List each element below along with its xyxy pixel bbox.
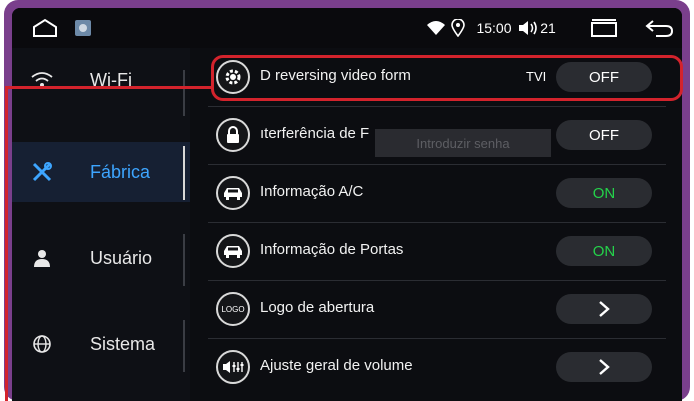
general-volume-arrow-button[interactable] [556, 352, 652, 382]
sidebar-divider [183, 320, 185, 372]
reversing-video-toggle[interactable]: OFF [556, 62, 652, 92]
setting-label: D reversing video form [260, 67, 411, 84]
home-icon[interactable] [30, 16, 60, 40]
setting-row-boot-logo[interactable]: LOGO Logo de abertura [208, 280, 666, 339]
logo-icon: LOGO [216, 292, 250, 326]
boot-logo-arrow-button[interactable] [556, 294, 652, 324]
tools-icon [30, 160, 54, 184]
setting-row-door-info[interactable]: Informação de Portas ON [208, 222, 666, 281]
sidebar-divider [183, 70, 185, 116]
chevron-right-icon [599, 301, 610, 317]
ac-info-toggle[interactable]: ON [556, 178, 652, 208]
setting-label: Logo de abertura [260, 299, 375, 316]
globe-icon [30, 332, 54, 356]
setting-row-reversing-video[interactable]: D reversing video form TVI OFF [208, 48, 666, 107]
setting-label: Informação de Portas [260, 241, 404, 258]
sidebar-item-label: Sistema [90, 333, 156, 354]
sidebar-item-fabrica[interactable]: Fábrica [12, 142, 190, 202]
volume-level: 21 [540, 20, 556, 36]
sidebar-item-label: Fábrica [90, 161, 151, 182]
video-format-value: TVI [526, 69, 547, 84]
wifi-icon [425, 16, 447, 40]
logo-icon-text: LOGO [221, 304, 245, 314]
sidebar-divider [183, 234, 185, 286]
setting-row-ac-info[interactable]: Informação A/C ON [208, 164, 666, 223]
sidebar-active-indicator [183, 146, 185, 200]
sidebar: Wi-Fi Fábrica Usuário Sistema [12, 48, 190, 401]
status-bar: 15:00 21 [12, 8, 682, 48]
setting-row-general-volume[interactable]: Ajuste geral de volume [208, 338, 666, 396]
volume-icon[interactable] [517, 16, 539, 40]
sidebar-item-usuario[interactable]: Usuário [12, 228, 190, 288]
setting-label: Informação A/C [260, 183, 364, 200]
callout-line [5, 86, 8, 401]
back-icon[interactable] [642, 16, 676, 40]
setting-label: Ajuste geral de volume [260, 357, 413, 374]
location-icon [450, 16, 466, 40]
volume-eq-icon [216, 350, 250, 384]
callout-line [6, 86, 214, 89]
password-input[interactable]: Introduzir senha [375, 129, 551, 157]
user-icon [30, 246, 54, 270]
gear-icon [216, 60, 250, 94]
clock: 15:00 [476, 20, 512, 36]
interference-toggle[interactable]: OFF [556, 120, 652, 150]
chevron-right-icon [599, 359, 610, 375]
lock-icon [216, 118, 250, 152]
gallery-icon[interactable] [72, 16, 94, 40]
car-icon [216, 176, 250, 210]
sidebar-item-wifi[interactable]: Wi-Fi [12, 50, 190, 110]
sidebar-item-label: Usuário [90, 247, 153, 268]
door-info-toggle[interactable]: ON [556, 236, 652, 266]
car-icon [216, 234, 250, 268]
head-unit-screen: 15:00 21 Wi-Fi Fábrica Usuário Sistema D… [12, 8, 682, 401]
setting-label: ıterferência de F [260, 125, 370, 142]
recent-apps-icon[interactable] [587, 16, 621, 40]
settings-list: D reversing video form TVI OFF ıterferên… [208, 48, 682, 401]
sidebar-item-sistema[interactable]: Sistema [12, 314, 190, 374]
